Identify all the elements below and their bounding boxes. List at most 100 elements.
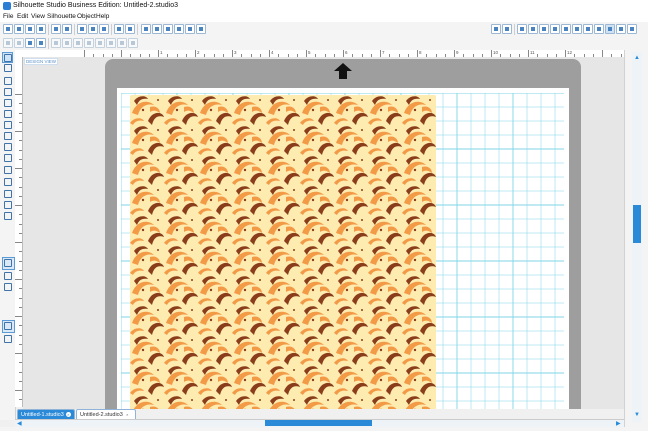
save-icon[interactable] [36, 24, 46, 34]
cut-settings-icon[interactable] [3, 334, 12, 343]
ruler-tick [15, 131, 22, 132]
ruler-tick [19, 325, 22, 327]
copy-icon[interactable] [88, 24, 98, 34]
ruler-tick [19, 177, 22, 179]
vertical-scroll-thumb[interactable] [633, 205, 641, 243]
weld-icon[interactable] [95, 38, 105, 48]
pan-hand-icon[interactable] [141, 24, 151, 34]
menu-file[interactable]: File [3, 13, 13, 20]
scroll-down-icon[interactable]: ▼ [634, 412, 640, 418]
open-folder-icon[interactable] [14, 24, 24, 34]
ruler-tick [343, 50, 344, 57]
grid-settings-icon[interactable] [517, 24, 527, 34]
curve-tool-icon[interactable] [3, 131, 12, 140]
undo-icon[interactable] [114, 24, 124, 34]
release-compound-path-icon[interactable] [84, 38, 94, 48]
library-icon[interactable] [25, 24, 35, 34]
layers-panel-icon[interactable] [2, 320, 15, 333]
page-setup-icon[interactable] [491, 24, 501, 34]
eraser-tool-icon[interactable] [3, 200, 12, 209]
scroll-up-icon[interactable]: ▲ [634, 55, 640, 61]
paste-icon[interactable] [99, 24, 109, 34]
ruler-tick [19, 380, 22, 382]
shape-hexagon-icon[interactable] [550, 24, 560, 34]
transform-icon[interactable] [605, 24, 615, 34]
zoom-out-icon[interactable] [163, 24, 173, 34]
ruler-tick [19, 306, 22, 308]
design-view-icon[interactable] [502, 24, 512, 34]
ellipse-tool-icon[interactable] [3, 109, 12, 118]
design-store-icon[interactable] [2, 257, 15, 270]
menu-view[interactable]: View [31, 13, 45, 20]
smooth-freehand-tool-icon[interactable] [3, 165, 12, 174]
line-color-icon[interactable] [583, 24, 593, 34]
menu-object[interactable]: Object [77, 13, 96, 20]
ruler-tick [158, 50, 159, 57]
redo-icon[interactable] [125, 24, 135, 34]
fill-color-icon[interactable] [572, 24, 582, 34]
shape-pentagon-icon[interactable] [528, 24, 538, 34]
menu-silhouette[interactable]: Silhouette [47, 13, 76, 20]
zoom-actual-icon[interactable] [196, 24, 206, 34]
tab-label: Untitled-2.studio3 [80, 412, 123, 418]
select-by-line-icon[interactable] [36, 38, 46, 48]
scroll-left-icon[interactable]: ◀ [17, 420, 22, 427]
ruler-tick [19, 362, 22, 364]
shape-gear-icon[interactable] [539, 24, 549, 34]
ruler-tick [19, 140, 22, 142]
print-icon[interactable] [51, 24, 61, 34]
online-store-icon[interactable] [3, 282, 12, 291]
library-panel-icon[interactable] [3, 271, 12, 280]
zoom-select-icon[interactable] [174, 24, 184, 34]
ruler-number: 5 [308, 50, 311, 55]
select-tool-icon[interactable] [2, 52, 13, 63]
ungroup-icon[interactable] [62, 38, 72, 48]
group-icon[interactable] [51, 38, 61, 48]
zoom-in-icon[interactable] [152, 24, 162, 34]
left-tool-panel [0, 50, 16, 420]
menu-edit[interactable]: Edit [17, 13, 28, 20]
tab-untitled-1[interactable]: Untitled-1.studio3 × [17, 409, 75, 419]
freehand-tool-icon[interactable] [3, 153, 12, 162]
menu-help[interactable]: Help [96, 13, 109, 20]
horizontal-scroll-thumb[interactable] [265, 420, 372, 426]
knife-tool-icon[interactable] [3, 211, 12, 220]
offset-icon[interactable] [106, 38, 116, 48]
select-all-icon[interactable] [3, 38, 13, 48]
shape-circle-icon[interactable] [561, 24, 571, 34]
new-document-icon[interactable] [3, 24, 13, 34]
ruler-tick [15, 94, 22, 95]
deselect-icon[interactable] [14, 38, 24, 48]
fit-to-page-icon[interactable] [185, 24, 195, 34]
swirl-pattern-image[interactable] [130, 95, 436, 409]
duplicate-icon[interactable] [128, 38, 138, 48]
replicate-icon[interactable] [616, 24, 626, 34]
text-style-icon[interactable] [594, 24, 604, 34]
text-tool-icon[interactable] [3, 189, 12, 198]
ruler-tick [380, 50, 381, 57]
select-by-color-icon[interactable] [25, 38, 35, 48]
ruler-tick [15, 205, 22, 206]
trace-icon[interactable] [117, 38, 127, 48]
rounded-rectangle-tool-icon[interactable] [3, 98, 12, 107]
regular-polygon-tool-icon[interactable] [3, 177, 12, 186]
line-tool-icon[interactable] [3, 76, 12, 85]
ruler-number: 8 [419, 50, 422, 55]
rectangle-tool-icon[interactable] [3, 87, 12, 96]
ruler-tick [306, 50, 307, 57]
polygon-tool-icon[interactable] [3, 120, 12, 129]
scroll-right-icon[interactable]: ▶ [616, 420, 621, 427]
ruler-tick [84, 50, 85, 57]
arc-tool-icon[interactable] [3, 142, 12, 151]
ruler-number: 2 [197, 50, 200, 55]
make-compound-path-icon[interactable] [73, 38, 83, 48]
tab-untitled-2[interactable]: Untitled-2.studio3 × [76, 409, 136, 419]
cut-icon[interactable] [77, 24, 87, 34]
point-edit-tool-icon[interactable] [3, 63, 12, 72]
tab-close-icon[interactable]: × [65, 412, 71, 417]
send-panel-icon[interactable] [627, 24, 637, 34]
tab-close-icon[interactable]: × [125, 412, 130, 417]
canvas[interactable]: DESIGN VIEW [23, 57, 624, 409]
window-title: Silhouette Studio Business Edition: Unti… [13, 2, 178, 9]
send-to-silhouette-icon[interactable] [62, 24, 72, 34]
